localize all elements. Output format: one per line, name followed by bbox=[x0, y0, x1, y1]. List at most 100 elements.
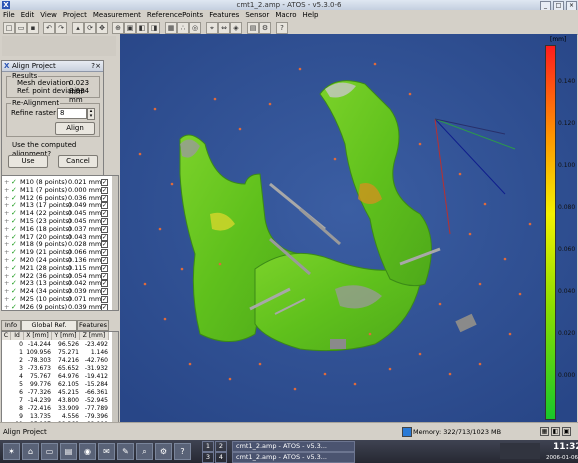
list-item[interactable]: + ✓ M12 (6 points) 0.036 mm ✓ bbox=[2, 194, 110, 202]
lock-icon[interactable]: ▣ bbox=[562, 427, 571, 436]
help-icon[interactable]: ? bbox=[276, 22, 288, 34]
menu-reference-points[interactable]: ReferencePoints bbox=[144, 10, 206, 20]
fit-view-icon[interactable]: ▣ bbox=[124, 22, 136, 34]
inspect-icon[interactable]: ◈ bbox=[230, 22, 242, 34]
search-icon[interactable]: ⌕ bbox=[136, 443, 153, 460]
list-item[interactable]: + ✓ M16 (18 points) 0.037 mm ✓ bbox=[2, 225, 110, 233]
redo-icon[interactable]: ↷ bbox=[55, 22, 67, 34]
list-item[interactable]: + ✓ M10 (8 points) 0.021 mm ✓ bbox=[2, 178, 110, 186]
list-item[interactable]: + ✓ M15 (23 points) 0.045 mm ✓ bbox=[2, 217, 110, 225]
table-row[interactable]: 4 75.767 64.976 -19.412 bbox=[2, 373, 114, 381]
settings-icon[interactable]: ⚙ bbox=[259, 22, 271, 34]
list-item[interactable]: + ✓ M21 (28 points) 0.115 mm ✓ bbox=[2, 264, 110, 272]
col-header-id[interactable]: Id bbox=[11, 332, 24, 340]
use-button[interactable]: Use bbox=[8, 155, 48, 168]
pan-icon[interactable]: ✥ bbox=[96, 22, 108, 34]
system-tray bbox=[500, 443, 540, 459]
align-button[interactable]: Align bbox=[55, 122, 95, 135]
table-row[interactable]: 8 -72.416 33.909 -77.789 bbox=[2, 405, 114, 413]
list-item[interactable]: + ✓ M23 (13 points) 0.042 mm ✓ bbox=[2, 279, 110, 288]
select-icon[interactable]: ▴ bbox=[72, 22, 84, 34]
side-view-icon[interactable]: ◨ bbox=[148, 22, 160, 34]
list-item[interactable]: + ✓ M26 (9 points) 0.039 mm ✓ bbox=[2, 303, 110, 310]
table-row[interactable]: 7 -14.239 43.800 -52.945 bbox=[2, 397, 114, 405]
view-icon[interactable]: ◧ bbox=[551, 427, 560, 436]
new-icon[interactable]: □ bbox=[3, 22, 15, 34]
menu-measurement[interactable]: Measurement bbox=[90, 10, 144, 20]
points-icon[interactable]: ∴ bbox=[177, 22, 189, 34]
spinner-icon[interactable]: ▴ ▾ bbox=[87, 108, 95, 120]
col-header-x[interactable]: X [mm] bbox=[24, 332, 52, 340]
list-item[interactable]: + ✓ M13 (17 points) 0.049 mm ✓ bbox=[2, 201, 110, 210]
tab-global-ref-points[interactable]: Global Ref. Points bbox=[21, 320, 77, 338]
col-header-z[interactable]: Z [mm] bbox=[80, 332, 109, 340]
menu-macro[interactable]: Macro bbox=[272, 10, 299, 20]
list-scrollbar[interactable] bbox=[112, 176, 118, 310]
list-item[interactable]: + ✓ M19 (21 points) 0.066 mm ✓ bbox=[2, 248, 110, 257]
rotate-icon[interactable]: ⟳ bbox=[84, 22, 96, 34]
list-item[interactable]: + ✓ M17 (20 points) 0.043 mm ✓ bbox=[2, 233, 110, 241]
measurement-list[interactable]: + ✓ M10 (8 points) 0.021 mm ✓ + ✓ M11 (7 points… bbox=[1, 175, 119, 311]
file-manager-icon[interactable]: ▤ bbox=[60, 443, 77, 460]
menu-file[interactable]: File bbox=[0, 10, 18, 20]
browser-icon[interactable]: ◉ bbox=[79, 443, 96, 460]
task-item[interactable]: cmt1_2.amp - ATOS - v5.3... bbox=[232, 441, 355, 452]
align-icon[interactable]: ⇔ bbox=[218, 22, 230, 34]
scale-label: 0.000 bbox=[558, 372, 576, 379]
workspace-3[interactable]: 3 bbox=[202, 452, 214, 463]
table-row[interactable]: 9 13.735 4.556 -79.396 bbox=[2, 413, 114, 421]
tab-info[interactable]: Info bbox=[1, 320, 21, 331]
jaw-scan-render[interactable] bbox=[120, 34, 577, 422]
table-row[interactable]: 3 -73.673 65.652 -31.932 bbox=[2, 365, 114, 373]
workspace-1[interactable]: 1 bbox=[202, 441, 214, 452]
table-row[interactable]: 6 -77.326 45.215 -66.361 bbox=[2, 389, 114, 397]
menu-edit[interactable]: Edit bbox=[18, 10, 38, 20]
color-map-icon[interactable]: ▤ bbox=[247, 22, 259, 34]
menu-view[interactable]: View bbox=[37, 10, 60, 20]
save-icon[interactable]: ▪ bbox=[27, 22, 39, 34]
front-view-icon[interactable]: ◧ bbox=[136, 22, 148, 34]
mail-icon[interactable]: ✉ bbox=[98, 443, 115, 460]
workspace-2[interactable]: 2 bbox=[215, 441, 227, 452]
mesh-icon[interactable]: ▦ bbox=[165, 22, 177, 34]
task-item[interactable]: cmt1_2.amp - ATOS - v5.3... bbox=[232, 452, 355, 463]
tab-features[interactable]: Features bbox=[77, 320, 109, 331]
col-header-y[interactable]: Y [mm] bbox=[52, 332, 80, 340]
list-item[interactable]: + ✓ M24 (34 points) 0.039 mm ✓ bbox=[2, 287, 110, 296]
refine-raster-input[interactable]: 8 bbox=[57, 108, 87, 119]
zoom-icon[interactable]: ⊕ bbox=[112, 22, 124, 34]
reference-points-icon[interactable]: ◎ bbox=[189, 22, 201, 34]
terminal-icon[interactable]: ▭ bbox=[41, 443, 58, 460]
menu-features[interactable]: Features bbox=[206, 10, 242, 20]
menu-project[interactable]: Project bbox=[60, 10, 90, 20]
open-icon[interactable]: ▭ bbox=[15, 22, 27, 34]
start-menu-icon[interactable]: ✶ bbox=[3, 443, 20, 460]
list-item[interactable]: + ✓ M22 (36 points) 0.054 mm ✓ bbox=[2, 272, 110, 280]
3d-viewport[interactable] bbox=[120, 34, 577, 422]
workspace-4[interactable]: 4 bbox=[215, 452, 227, 463]
list-item[interactable]: + ✓ M25 (10 points) 0.071 mm ✓ bbox=[2, 295, 110, 303]
table-row[interactable]: 0 -14.244 96.526 -23.492 bbox=[2, 341, 114, 349]
list-item[interactable]: + ✓ M18 (9 points) 0.028 mm ✓ bbox=[2, 240, 110, 249]
help-icon[interactable]: ? bbox=[174, 443, 191, 460]
col-header-c[interactable]: C bbox=[2, 332, 11, 340]
menu-sensor[interactable]: Sensor bbox=[242, 10, 272, 20]
list-item[interactable]: + ✓ M14 (22 points) 0.045 mm ✓ bbox=[2, 209, 110, 218]
table-row[interactable]: 2 -78.303 74.216 -42.760 bbox=[2, 357, 114, 365]
editor-icon[interactable]: ✎ bbox=[117, 443, 134, 460]
undo-icon[interactable]: ↶ bbox=[43, 22, 55, 34]
table-row[interactable]: 5 99.776 62.105 -15.284 bbox=[2, 381, 114, 389]
table-row[interactable]: 1 109.956 75.271 1.146 bbox=[2, 349, 114, 357]
grid-icon[interactable]: ▦ bbox=[540, 427, 549, 436]
check-icon: ✓ bbox=[11, 263, 17, 272]
settings-icon[interactable]: ⚙ bbox=[155, 443, 172, 460]
home-icon[interactable]: ⌂ bbox=[22, 443, 39, 460]
list-item[interactable]: + ✓ M20 (24 points) 0.136 mm ✓ bbox=[2, 256, 110, 264]
list-item[interactable]: + ✓ M11 (7 points) 0.000 mm ✓ bbox=[2, 186, 110, 194]
close-icon[interactable]: × bbox=[95, 61, 101, 71]
tree-branch-icon: + bbox=[4, 248, 10, 257]
visibility-checkbox[interactable]: ✓ bbox=[101, 303, 108, 310]
cancel-button[interactable]: Cancel bbox=[58, 155, 98, 168]
measure-icon[interactable]: ⌖ bbox=[206, 22, 218, 34]
menu-help[interactable]: Help bbox=[300, 10, 322, 20]
